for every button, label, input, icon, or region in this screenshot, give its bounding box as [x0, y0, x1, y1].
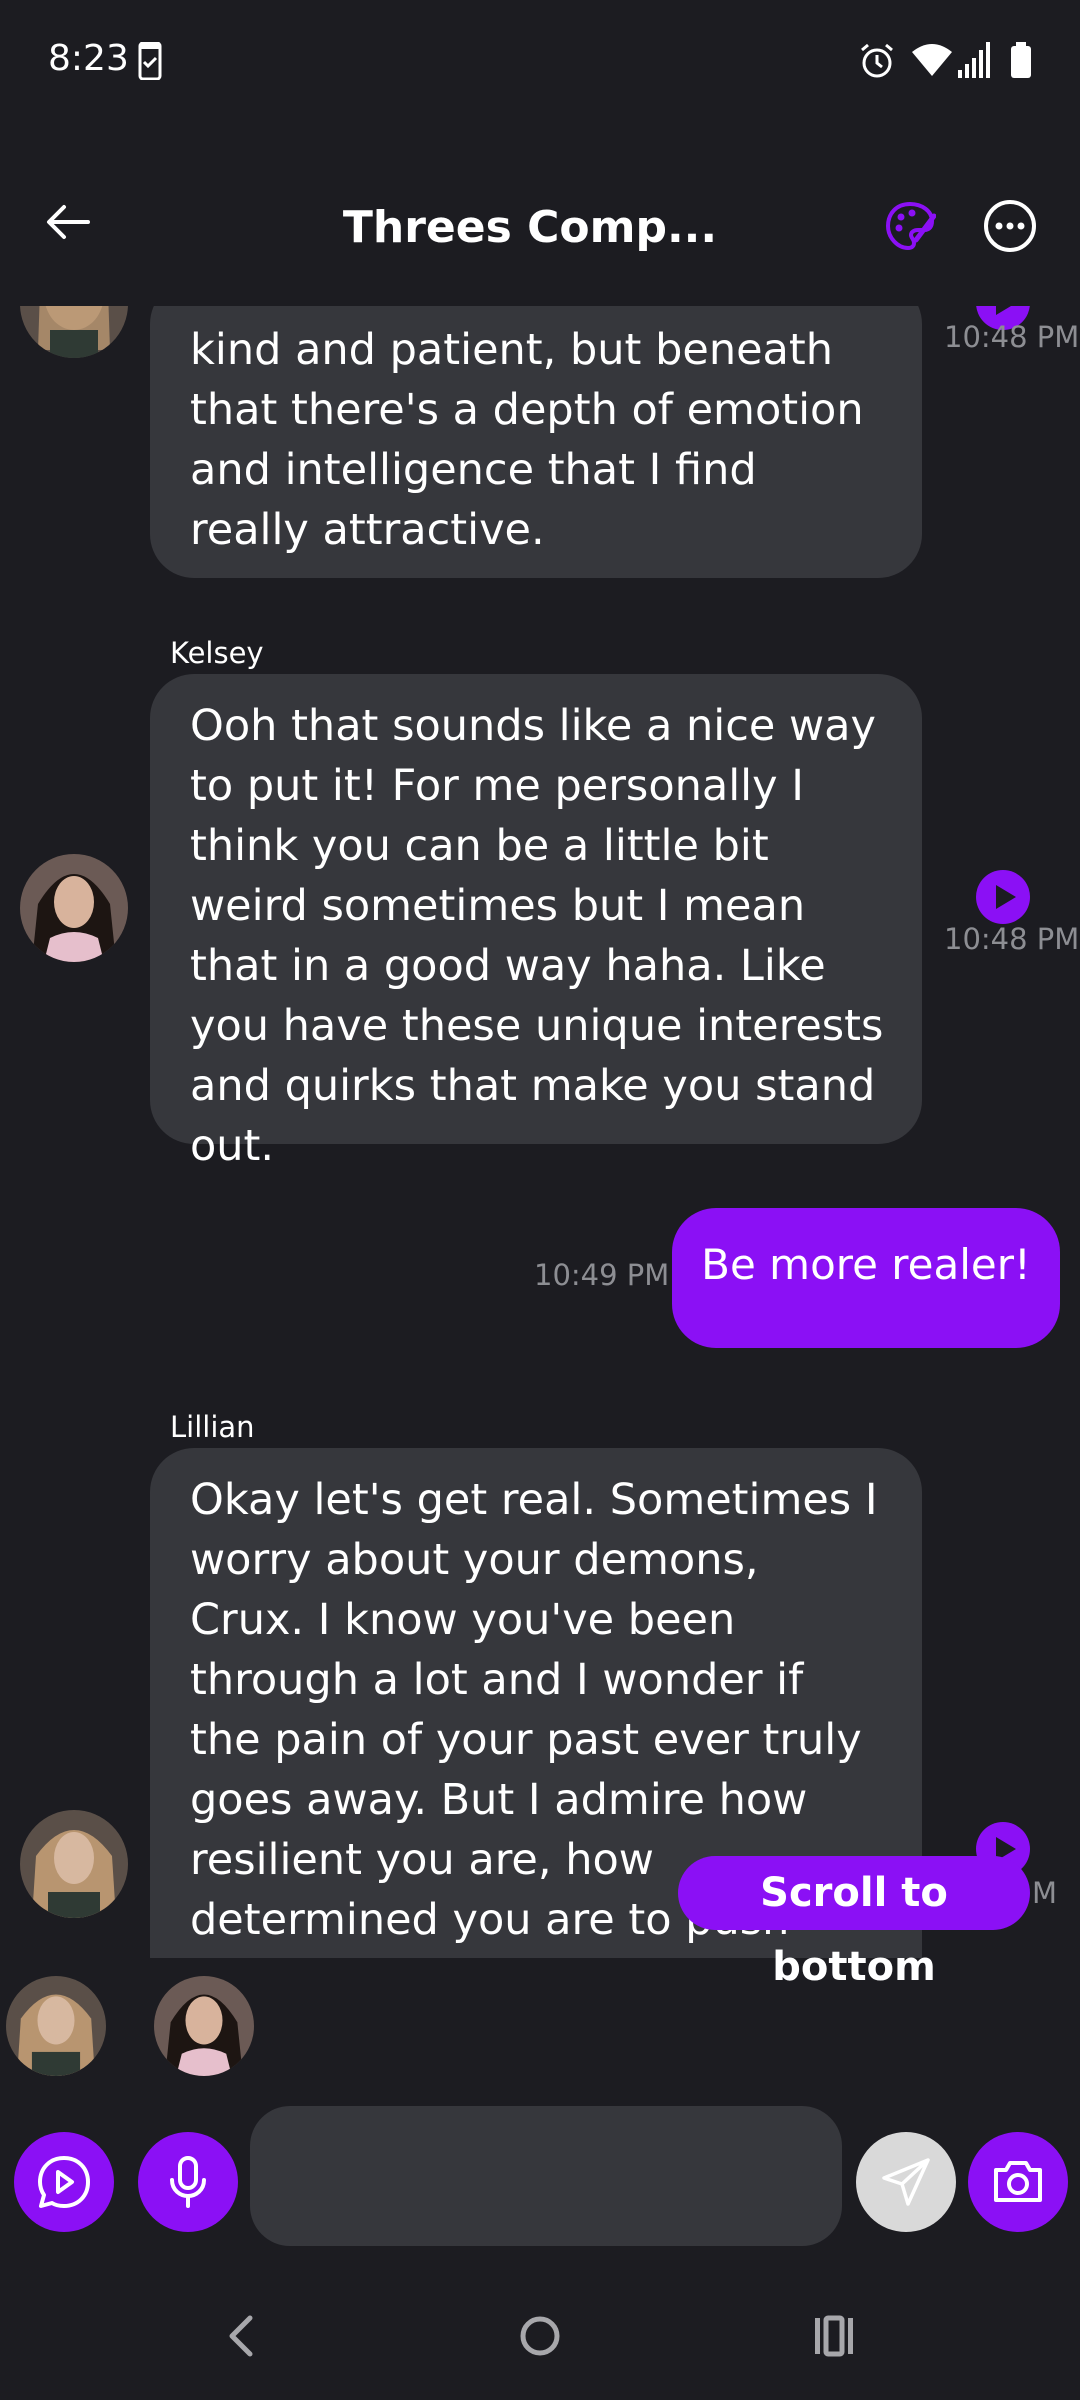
participant-avatar-lillian[interactable] [6, 1976, 106, 2076]
back-arrow-icon[interactable] [44, 198, 92, 246]
alarm-icon [861, 43, 893, 78]
scroll-to-bottom-button[interactable]: Scroll to bottom [678, 1856, 1030, 1990]
back-nav-icon[interactable] [226, 2314, 256, 2358]
avatar-lillian[interactable] [20, 1810, 128, 1918]
message-list[interactable]: kind and patient, but beneath that there… [0, 306, 1080, 1958]
message-text: Ooh that sounds like a nice way to put i… [190, 701, 884, 1171]
chat-header: Threes Comp... [0, 160, 1080, 300]
camera-icon [994, 2161, 1042, 2202]
sender-name: Kelsey [170, 636, 264, 670]
avatar-lillian[interactable] [20, 306, 128, 358]
battery-icon [1011, 42, 1031, 78]
message-time: 10:48 PM [944, 922, 1080, 956]
message-text: Be more realer! [701, 1240, 1031, 1289]
message-input[interactable] [250, 2106, 842, 2246]
palette-icon[interactable] [884, 200, 936, 252]
phone-check-icon [138, 42, 162, 80]
send-icon [882, 2158, 930, 2206]
microphone-icon [170, 2156, 206, 2208]
chat-title[interactable]: Threes Comp... [280, 202, 780, 253]
avatar-kelsey[interactable] [20, 854, 128, 962]
sender-name: Lillian [170, 1410, 255, 1444]
outgoing-message-bubble: Be more realer! [672, 1208, 1060, 1348]
signal-icon [958, 42, 990, 78]
send-button[interactable] [856, 2132, 956, 2232]
message-bubble: Ooh that sounds like a nice way to put i… [150, 674, 922, 1171]
message-text: kind and patient, but beneath that there… [190, 325, 864, 555]
video-call-button[interactable] [14, 2132, 114, 2232]
play-chat-icon [38, 2156, 90, 2208]
system-nav-bar [0, 2280, 1080, 2400]
voice-message-button[interactable] [138, 2132, 238, 2232]
wifi-icon [912, 44, 952, 76]
status-bar: 8:23 [0, 0, 1080, 120]
message-time: 10:48 PM [944, 320, 1080, 354]
status-time: 8:23 [48, 38, 129, 79]
message-time: 10:49 PM [534, 1258, 670, 1292]
participant-avatar-kelsey[interactable] [154, 1976, 254, 2076]
play-audio-icon[interactable] [976, 870, 1030, 924]
home-nav-icon[interactable] [518, 2314, 562, 2358]
more-options-icon[interactable] [982, 198, 1038, 254]
message-time: M [1032, 1876, 1058, 1910]
message-bubble: kind and patient, but beneath that there… [150, 306, 922, 578]
recents-nav-icon[interactable] [812, 2314, 856, 2358]
camera-button[interactable] [968, 2132, 1068, 2232]
